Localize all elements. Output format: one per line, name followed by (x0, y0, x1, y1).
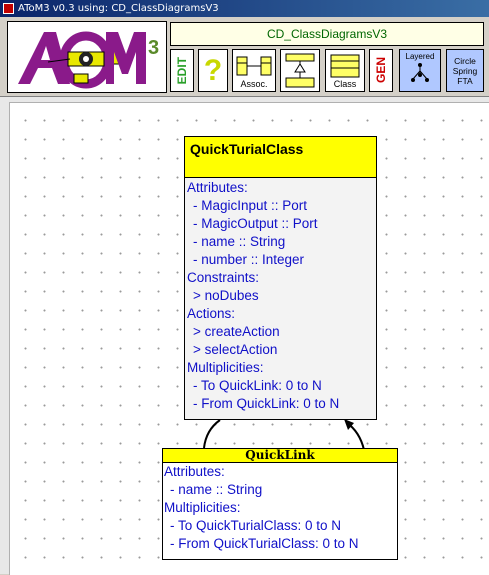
gen-button-label: GEN (374, 57, 388, 84)
model-name-field[interactable]: CD_ClassDiagramsV3 (170, 22, 484, 46)
attribute-item: - name :: String (193, 234, 286, 249)
app-icon (3, 3, 14, 14)
tree-icon (411, 63, 429, 82)
window-title: AToM3 v0.3 using: CD_ClassDiagramsV3 (18, 3, 219, 14)
assoc-button-label: Assoc. (240, 79, 268, 89)
gen-button[interactable]: GEN (369, 49, 393, 92)
svg-text:3: 3 (148, 37, 159, 59)
class-node-quickturialclass[interactable]: QuickTurialClass Attributes: - MagicInpu… (184, 136, 377, 420)
link-multiplicity-item: - To QuickTurialClass: 0 to N (170, 518, 342, 533)
layered-layout-button[interactable]: Layered (399, 49, 441, 92)
action-item: > createAction (193, 324, 280, 339)
class-node-title: QuickTurialClass (185, 137, 376, 178)
link-node-quicklink[interactable]: QuickLink Attributes: - name :: String M… (162, 448, 398, 560)
link-attribute-item: - name :: String (170, 482, 263, 497)
link-node-body: Attributes: - name :: String Multiplicit… (163, 463, 397, 553)
class-button-label: Class (333, 79, 357, 89)
edit-button-label: EDIT (175, 56, 189, 85)
inherit-button[interactable] (280, 49, 320, 92)
attribute-item: - MagicInput :: Port (193, 198, 308, 213)
title-bar: AToM3 v0.3 using: CD_ClassDiagramsV3 (0, 0, 489, 17)
attribute-item: - MagicOutput :: Port (193, 216, 318, 231)
constraints-header: Constraints: (187, 270, 260, 285)
link-multiplicities-header: Multiplicities: (164, 500, 241, 515)
constraint-item: > noDubes (193, 288, 259, 303)
layered-button-label: Layered (405, 52, 435, 61)
class-node-body: Attributes: - MagicInput :: Port - Magic… (185, 178, 376, 419)
edit-button[interactable]: EDIT (170, 49, 194, 92)
class-icon (330, 54, 360, 78)
inheritance-icon (285, 53, 315, 87)
multiplicity-item: - To QuickLink: 0 to N (193, 378, 322, 393)
association-icon (236, 56, 272, 76)
attributes-header: Attributes: (187, 180, 248, 195)
atom3-logo: 3 (7, 21, 167, 93)
action-item: > selectAction (193, 342, 278, 357)
actions-header: Actions: (187, 306, 236, 321)
spring-label-line2: Spring (452, 65, 478, 76)
link-attributes-header: Attributes: (164, 464, 225, 479)
link-node-title: QuickLink (163, 449, 397, 463)
link-multiplicity-item: - From QuickTurialClass: 0 to N (170, 536, 359, 551)
help-icon: ? (203, 53, 223, 87)
spring-layout-button[interactable]: Circle Spring FTA (446, 49, 484, 92)
spring-label-line3: FTA (457, 75, 473, 86)
help-button[interactable]: ? (198, 49, 228, 92)
spring-label-line1: Circle (454, 55, 476, 66)
multiplicities-header: Multiplicities: (187, 360, 264, 375)
assoc-button[interactable]: Assoc. (232, 49, 276, 92)
class-button[interactable]: Class (325, 49, 365, 92)
multiplicity-item: - From QuickLink: 0 to N (193, 396, 340, 411)
attribute-item: - number :: Integer (193, 252, 305, 267)
